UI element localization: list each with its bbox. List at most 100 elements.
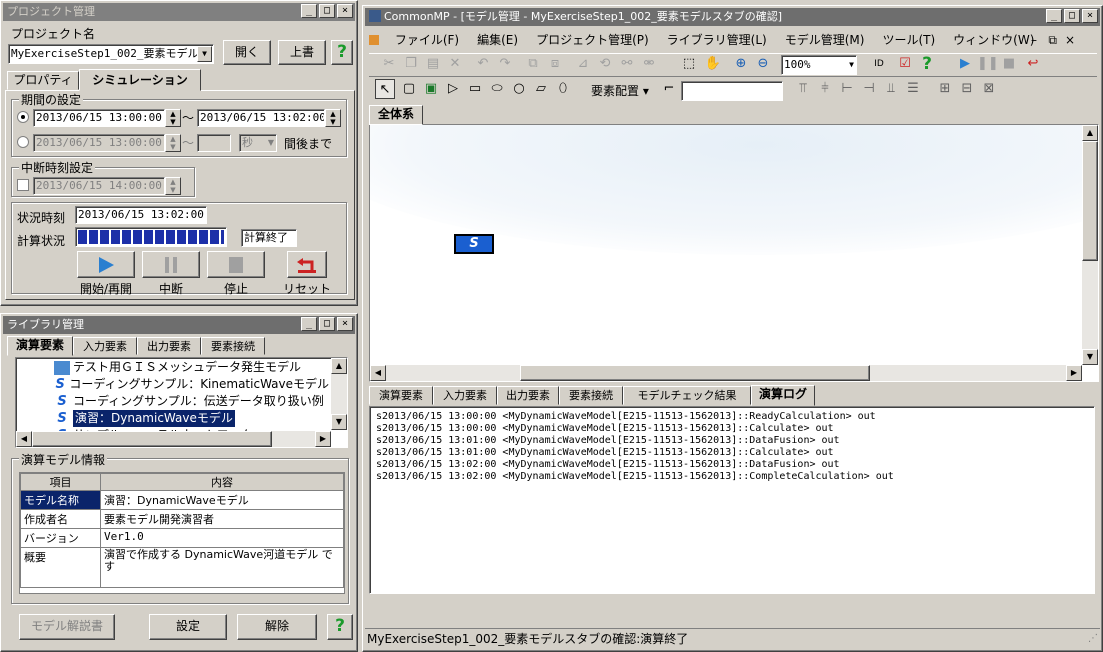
vertical-scroll-thumb[interactable] <box>1082 141 1098 261</box>
tab-overall-system[interactable]: 全体系 <box>369 105 423 125</box>
horizontal-scroll-thumb[interactable] <box>520 365 870 381</box>
duration-unit-select[interactable]: 秒 ▼ <box>239 134 277 152</box>
stop-icon[interactable]: ■ <box>999 54 1019 74</box>
release-button[interactable]: 解除 <box>237 614 317 640</box>
scroll-down-icon[interactable]: ▼ <box>331 414 347 430</box>
tab-simulation[interactable]: シミュレーション <box>79 69 201 91</box>
scroll-left-icon[interactable]: ◀ <box>370 365 386 381</box>
mdi-close-icon[interactable]: × <box>1065 30 1075 50</box>
model-canvas[interactable]: S ▲ ▼ ◀ ▶ <box>369 124 1099 382</box>
table-row[interactable]: 概要 演習で作成する DynamicWave河道モデル です <box>20 547 344 588</box>
maximize-icon[interactable]: □ <box>319 4 335 18</box>
library-help-button[interactable]: ? <box>327 614 353 640</box>
start-datetime-spinner[interactable]: ▲ ▼ <box>165 109 181 127</box>
table-row[interactable]: モデル名称 演習：DynamicWaveモデル <box>20 490 344 510</box>
horizontal-scroll-thumb[interactable] <box>32 431 272 447</box>
reset-icon[interactable]: ↩ <box>1023 54 1043 74</box>
scroll-right-icon[interactable]: ▶ <box>315 431 331 447</box>
close-icon[interactable]: × <box>337 4 353 18</box>
element-green-box-icon[interactable]: ▣ <box>421 79 441 99</box>
distribute-icon[interactable]: ☰ <box>903 79 923 99</box>
group-icon[interactable]: ⧉ <box>523 54 543 74</box>
align-top-icon[interactable]: ⫪ <box>793 79 813 99</box>
menu-tools[interactable]: ツール(T) <box>882 33 935 47</box>
id-toggle-icon[interactable]: ID <box>869 54 889 74</box>
list-item[interactable]: S コーディングサンプル：伝送データ取り扱い例 <box>54 393 329 410</box>
tab-log-input-elements[interactable]: 入力要素 <box>433 386 497 405</box>
same-height-icon[interactable]: ⊟ <box>957 79 977 99</box>
redo-icon[interactable]: ↷ <box>495 54 515 74</box>
dynamic-wave-model-element[interactable]: S <box>454 234 494 254</box>
tab-input-elements[interactable]: 入力要素 <box>73 337 137 355</box>
tab-log-calc-elements[interactable]: 演算要素 <box>369 386 433 405</box>
align-icon[interactable]: ⊿ <box>573 54 593 74</box>
zoom-in-icon[interactable]: ⊕ <box>731 54 751 74</box>
tree-horizontal-scrollbar[interactable]: ◀ ▶ <box>16 431 331 447</box>
menu-model[interactable]: モデル管理(M) <box>785 33 865 47</box>
chevron-down-icon[interactable]: ▼ <box>197 46 212 62</box>
end-datetime-spinner[interactable]: ▲ ▼ <box>325 109 341 127</box>
pointer-icon[interactable]: ↖ <box>375 79 395 99</box>
start-datetime-spinner-2[interactable]: ▲ ▼ <box>165 134 181 152</box>
connector-icon[interactable]: ⌐ <box>659 79 679 99</box>
maximize-icon[interactable]: □ <box>319 317 335 331</box>
tab-log-element-connection[interactable]: 要素接続 <box>559 386 623 405</box>
same-size-icon[interactable]: ⊠ <box>979 79 999 99</box>
rounded-shape-icon[interactable]: ⬯ <box>553 79 573 99</box>
triangle-shape-icon[interactable]: ▷ <box>443 79 463 99</box>
zoom-out-icon[interactable]: ⊖ <box>753 54 773 74</box>
align-middle-icon[interactable]: ⫩ <box>815 79 835 99</box>
main-window-titlebar[interactable]: CommonMP - [モデル管理 - MyExerciseStep1_002_… <box>365 8 1100 26</box>
list-item[interactable]: S 演習：DynamicWaveモデル <box>54 410 329 427</box>
close-icon[interactable]: × <box>337 317 353 331</box>
same-width-icon[interactable]: ⊞ <box>935 79 955 99</box>
period-radio-duration[interactable] <box>17 136 29 148</box>
delete-icon[interactable]: ✕ <box>445 54 465 74</box>
mdi-minimize-icon[interactable]: – <box>1031 30 1037 50</box>
end-datetime-input[interactable]: 2013/06/15 13:02:00 <box>197 109 325 127</box>
zoom-select[interactable]: 100% ▼ <box>781 55 857 75</box>
interrupt-datetime-spinner[interactable]: ▲ ▼ <box>165 177 181 195</box>
help-button[interactable]: ? <box>331 40 353 65</box>
start-datetime-input[interactable]: 2013/06/15 13:00:00 <box>33 109 165 127</box>
duration-input[interactable] <box>197 134 231 152</box>
run-icon[interactable]: ▶ <box>955 54 975 74</box>
menu-window[interactable]: ウィンドウ(W) <box>953 33 1034 47</box>
tab-output-elements[interactable]: 出力要素 <box>137 337 201 355</box>
element-box-icon[interactable]: ▢ <box>399 79 419 99</box>
resize-grip-icon[interactable]: ⋰ <box>1088 629 1098 649</box>
toolbar-text-input[interactable] <box>681 81 783 101</box>
tree-vertical-scrollbar[interactable]: ▲ ▼ <box>331 358 347 430</box>
period-radio-selected[interactable] <box>17 111 29 123</box>
paste-icon[interactable]: ▤ <box>423 54 443 74</box>
menu-file[interactable]: ファイル(F) <box>395 33 459 47</box>
tab-model-check-results[interactable]: モデルチェック結果 <box>623 386 751 405</box>
reset-button[interactable] <box>287 251 327 278</box>
unlink-icon[interactable]: ⚮ <box>639 54 659 74</box>
hand-icon[interactable]: ✋ <box>703 54 723 74</box>
parallelogram-shape-icon[interactable]: ▱ <box>531 79 551 99</box>
ungroup-icon[interactable]: ⧈ <box>545 54 565 74</box>
menu-library[interactable]: ライブラリ管理(L) <box>667 33 767 47</box>
table-row[interactable]: バージョン Ver1.0 <box>20 528 344 548</box>
minimize-icon[interactable]: _ <box>301 317 317 331</box>
circle-shape-icon[interactable]: ○ <box>509 79 529 99</box>
align-right-icon[interactable]: ⊣ <box>859 79 879 99</box>
interrupt-checkbox[interactable] <box>17 179 29 191</box>
table-row[interactable]: 作成者名 要素モデル開発演習者 <box>20 509 344 529</box>
overwrite-button[interactable]: 上書 <box>278 40 326 65</box>
rotate-icon[interactable]: ⟲ <box>595 54 615 74</box>
layout-dropdown[interactable]: 要素配置 ▾ <box>591 82 649 99</box>
library-window-titlebar[interactable]: ライブラリ管理 _ □ × <box>3 316 355 334</box>
list-item[interactable]: テスト用ＧＩＳメッシュデータ発生モデル <box>54 359 329 376</box>
close-icon[interactable]: × <box>1082 9 1098 23</box>
tab-calc-log[interactable]: 演算ログ <box>751 385 815 406</box>
canvas-vertical-scrollbar[interactable]: ▲ ▼ <box>1082 125 1098 365</box>
scroll-right-icon[interactable]: ▶ <box>1066 365 1082 381</box>
start-datetime-input-2[interactable]: 2013/06/15 13:00:00 <box>33 134 165 152</box>
model-manual-button[interactable]: モデル解説書 <box>19 614 115 640</box>
ellipse-shape-icon[interactable]: ⬭ <box>487 79 507 99</box>
project-window-titlebar[interactable]: プロジェクト管理 _ □ × <box>3 3 355 21</box>
tab-properties[interactable]: プロパティ <box>7 71 79 90</box>
rect-shape-icon[interactable]: ▭ <box>465 79 485 99</box>
